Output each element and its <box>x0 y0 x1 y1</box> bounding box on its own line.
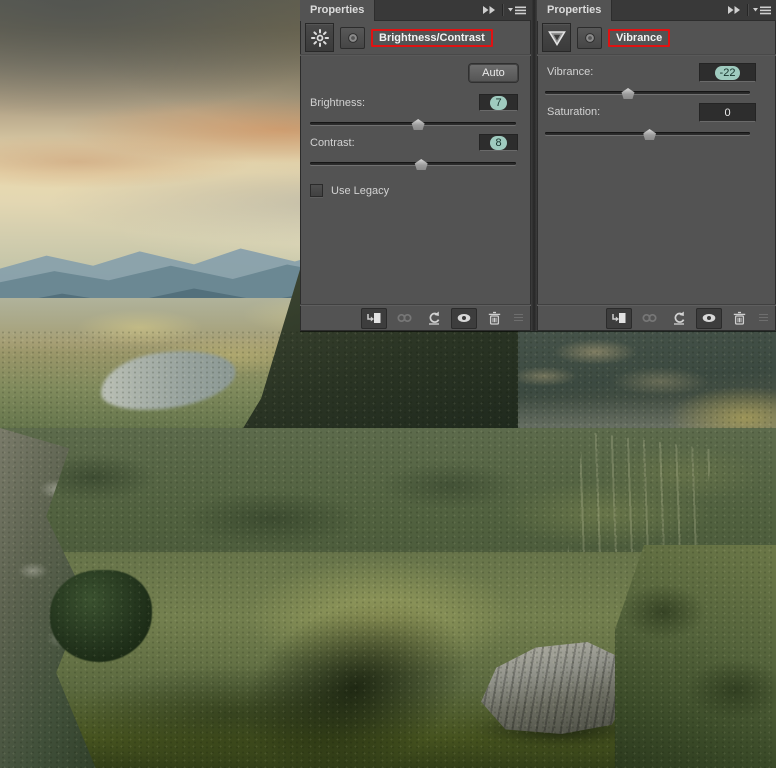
link-adjustment-icon[interactable] <box>391 308 417 329</box>
resize-grip[interactable] <box>514 314 523 322</box>
clip-mask-icon[interactable] <box>577 26 602 49</box>
clip-to-layer-icon[interactable] <box>606 307 632 329</box>
use-legacy-label: Use Legacy <box>331 184 390 197</box>
auto-button[interactable]: Auto <box>469 64 518 82</box>
collapse-panels-icon[interactable] <box>482 5 497 15</box>
contrast-slider[interactable] <box>310 158 516 170</box>
adjustment-header: Brightness/Contrast <box>300 21 531 54</box>
panel-menu-icon[interactable] <box>753 5 771 15</box>
vibrance-icon <box>542 23 571 52</box>
link-adjustment-icon[interactable] <box>636 308 662 329</box>
brightness-slider[interactable] <box>310 118 516 130</box>
clip-mask-icon[interactable] <box>340 26 365 49</box>
adjustment-title-highlight: Vibrance <box>608 28 671 47</box>
reset-adjustment-icon[interactable] <box>421 308 447 329</box>
saturation-value: 0 <box>724 106 731 119</box>
texture-grain <box>0 330 776 768</box>
tab-properties[interactable]: Properties <box>537 0 613 21</box>
brightness-slider-thumb[interactable] <box>411 119 425 130</box>
use-legacy-checkbox[interactable] <box>310 184 323 197</box>
brightness-value: 7 <box>490 95 507 110</box>
brightness-label: Brightness: <box>310 97 366 109</box>
panel-tabbar: Properties <box>300 0 531 21</box>
visibility-eye-icon[interactable] <box>696 307 722 329</box>
reset-adjustment-icon[interactable] <box>666 308 692 329</box>
vibrance-slider-thumb[interactable] <box>621 88 635 99</box>
photoshop-workspace: Properties Brightness/Contrast Auto Brig… <box>0 0 776 768</box>
contrast-label: Contrast: <box>310 137 355 149</box>
vibrance-value-field[interactable]: -22 <box>699 63 756 82</box>
saturation-slider-thumb[interactable] <box>643 129 657 140</box>
brightness-contrast-icon <box>305 23 334 52</box>
delete-adjustment-icon[interactable] <box>481 308 507 329</box>
vibrance-panel: Properties Vibrance Vibrance: -22 Satura… <box>537 0 776 331</box>
brightness-value-field[interactable]: 7 <box>479 94 518 111</box>
visibility-eye-icon[interactable] <box>451 307 477 329</box>
panel-footer <box>537 304 776 331</box>
adjustment-header: Vibrance <box>537 21 776 54</box>
delete-adjustment-icon[interactable] <box>726 308 752 329</box>
divider <box>502 4 503 16</box>
vibrance-slider[interactable] <box>545 87 750 99</box>
resize-grip[interactable] <box>759 314 768 322</box>
brightness-contrast-panel: Properties Brightness/Contrast Auto Brig… <box>300 0 531 331</box>
tab-properties[interactable]: Properties <box>300 0 376 21</box>
contrast-value-field[interactable]: 8 <box>479 134 518 151</box>
divider <box>747 4 748 16</box>
adjustment-title-highlight: Brightness/Contrast <box>371 28 493 47</box>
panel-tabbar: Properties <box>537 0 776 21</box>
vibrance-controls: Vibrance: -22 Saturation: 0 <box>537 56 776 304</box>
panel-menu-icon[interactable] <box>508 5 526 15</box>
contrast-slider-thumb[interactable] <box>414 159 428 170</box>
panel-footer <box>300 304 531 331</box>
saturation-label: Saturation: <box>547 106 601 118</box>
vibrance-value: -22 <box>714 65 741 80</box>
contrast-value: 8 <box>490 135 507 150</box>
brightness-contrast-controls: Auto Brightness: 7 Contrast: 8 Use Legac… <box>300 56 531 304</box>
vibrance-label: Vibrance: <box>547 66 594 78</box>
saturation-value-field[interactable]: 0 <box>699 103 756 122</box>
use-legacy-row: Use Legacy <box>310 184 389 197</box>
collapse-panels-icon[interactable] <box>727 5 742 15</box>
saturation-slider[interactable] <box>545 128 750 140</box>
clip-to-layer-icon[interactable] <box>361 307 387 329</box>
properties-panels: Properties Brightness/Contrast Auto Brig… <box>300 0 776 331</box>
